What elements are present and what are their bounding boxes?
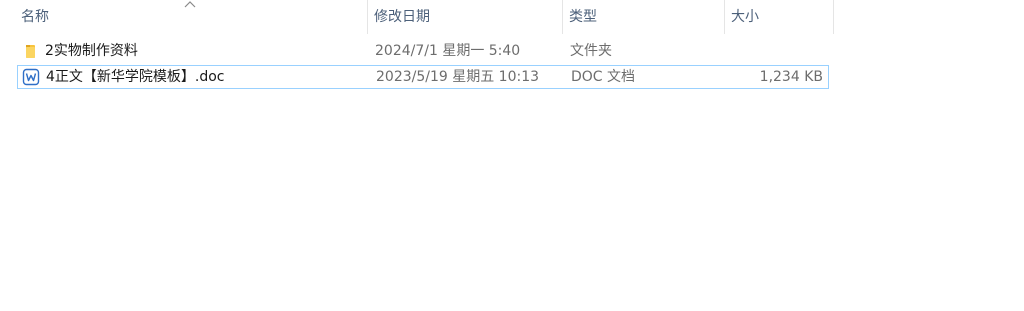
file-type: 文件夹 <box>570 43 612 59</box>
file-row[interactable]: 2实物制作资料 2024/7/1 星期一 5:40 文件夹 <box>17 40 829 64</box>
folder-icon <box>26 45 35 58</box>
column-header-name-label: 名称 <box>21 9 49 25</box>
column-header-bar: 名称 修改日期 类型 大小 <box>0 0 834 34</box>
sort-ascending-icon <box>184 1 196 8</box>
column-header-date-label: 修改日期 <box>374 9 430 25</box>
column-header-type-label: 类型 <box>569 9 597 25</box>
column-header-size[interactable]: 大小 <box>725 0 834 34</box>
file-date: 2024/7/1 星期一 5:40 <box>375 43 521 59</box>
column-header-size-label: 大小 <box>731 9 759 25</box>
column-header-date[interactable]: 修改日期 <box>368 0 563 34</box>
file-name: 4正文【新华学院模板】.doc <box>46 69 225 85</box>
file-type: DOC 文档 <box>571 69 636 85</box>
column-header-type[interactable]: 类型 <box>563 0 725 34</box>
file-row-selected[interactable]: 4正文【新华学院模板】.doc 2023/5/19 星期五 10:13 DOC … <box>17 65 829 89</box>
file-date: 2023/5/19 星期五 10:13 <box>376 69 540 85</box>
file-name: 2实物制作资料 <box>45 43 138 59</box>
file-size: 1,234 KB <box>759 69 823 85</box>
wps-word-document-icon <box>22 68 40 86</box>
